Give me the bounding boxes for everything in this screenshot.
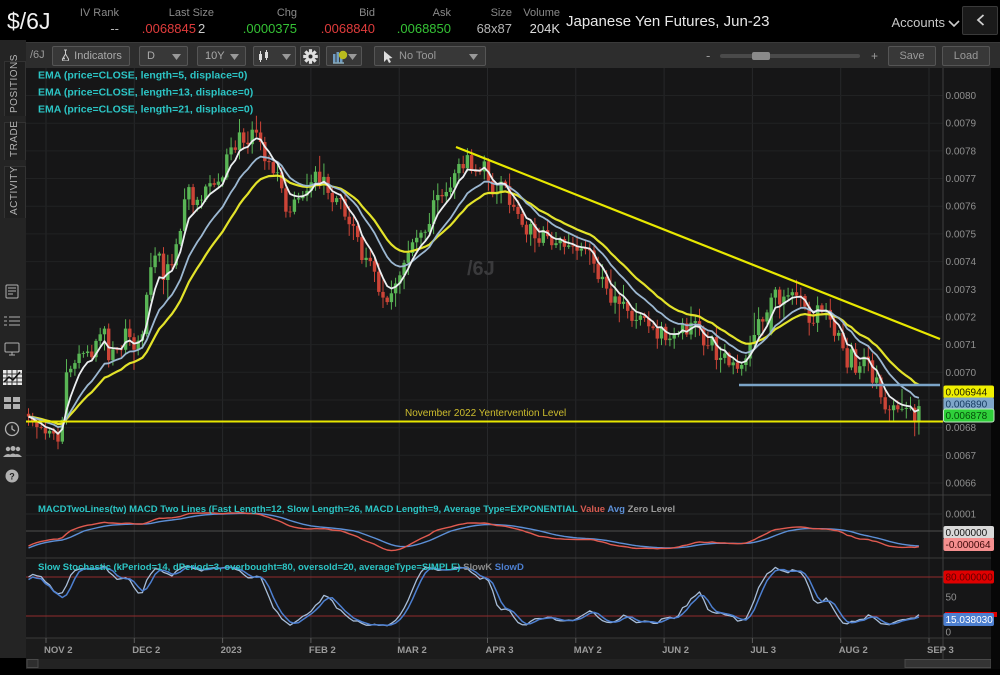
svg-text:Slow Stochastic (kPeriod=14, d: Slow Stochastic (kPeriod=14, dPeriod=3, … [38,562,524,573]
svg-text:AUG 2: AUG 2 [839,645,868,656]
svg-text:JUL 3: JUL 3 [750,645,776,656]
svg-text:JUN 2: JUN 2 [662,645,689,656]
svg-text:0.0080: 0.0080 [946,91,977,102]
svg-text:0.0077: 0.0077 [946,174,977,185]
svg-text:MACDTwoLines(tw) MACD Two Line: MACDTwoLines(tw) MACD Two Lines (Fast Le… [38,504,675,515]
svg-text:MAY 2: MAY 2 [574,645,602,656]
svg-text:0.0073: 0.0073 [946,285,977,296]
svg-text:SEP 3: SEP 3 [927,645,954,656]
svg-text:MAR 2: MAR 2 [397,645,427,656]
svg-text:0.0075: 0.0075 [946,229,977,240]
svg-text:NOV 2: NOV 2 [44,645,73,656]
svg-text:15.038030: 15.038030 [946,615,994,626]
svg-text:0.0072: 0.0072 [946,312,977,323]
svg-text:0.0066: 0.0066 [946,479,977,490]
svg-text:0.0071: 0.0071 [946,340,977,351]
svg-text:APR 3: APR 3 [486,645,514,656]
svg-text:EMA (price=CLOSE, length=21, d: EMA (price=CLOSE, length=21, displace=0) [38,104,253,116]
svg-text:0.0078: 0.0078 [946,146,977,157]
svg-text:0.0068: 0.0068 [946,423,977,434]
svg-text:FEB 2: FEB 2 [309,645,336,656]
svg-text:0.006944: 0.006944 [946,388,988,399]
svg-text:November 2022 Yentervention Le: November 2022 Yentervention Level [405,408,566,419]
svg-text:EMA (price=CLOSE, length=13, d: EMA (price=CLOSE, length=13, displace=0) [38,87,253,99]
svg-text:0.0001: 0.0001 [946,510,977,521]
svg-text:-0.000064: -0.000064 [946,540,991,551]
svg-text:0.0070: 0.0070 [946,368,977,379]
svg-text:DEC 2: DEC 2 [132,645,160,656]
svg-text:0.000000: 0.000000 [946,528,988,539]
svg-text:EMA (price=CLOSE, length=5, di: EMA (price=CLOSE, length=5, displace=0) [38,70,247,82]
svg-text:0.0067: 0.0067 [946,451,977,462]
svg-text:80.000000: 80.000000 [946,573,994,584]
svg-text:0.006878: 0.006878 [946,411,988,422]
svg-text:0.0076: 0.0076 [946,202,977,213]
svg-text:2023: 2023 [221,645,242,656]
svg-text:50: 50 [946,593,958,604]
svg-text:?: ? [9,472,15,482]
svg-text:0.0079: 0.0079 [946,119,977,130]
svg-text:/6J: /6J [467,258,495,280]
svg-text:0: 0 [946,628,952,639]
svg-text:0.0074: 0.0074 [946,257,977,268]
